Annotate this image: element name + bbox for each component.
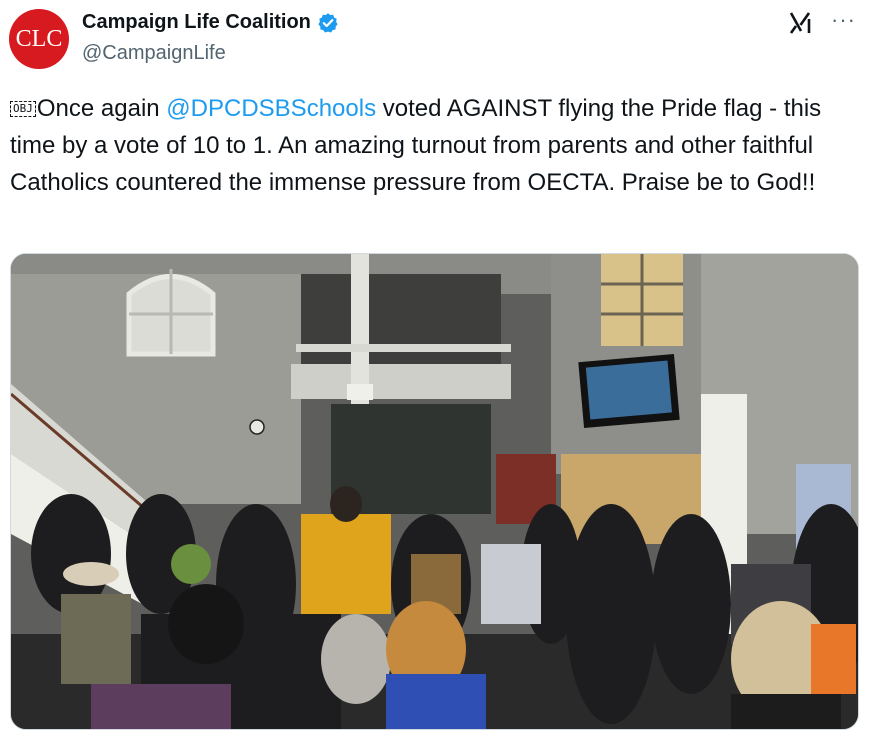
object-replacement-glyph: OBJ — [10, 101, 36, 117]
verified-badge-icon[interactable] — [317, 12, 339, 34]
mention-link[interactable]: @DPCDSBSchools — [166, 95, 376, 122]
tweet-top-actions: ··· — [787, 9, 856, 36]
tweet-text-start: Once again — [36, 95, 167, 122]
more-icon[interactable]: ··· — [831, 9, 856, 31]
display-name[interactable]: Campaign Life Coalition — [82, 11, 311, 34]
author-handle[interactable]: @CampaignLife — [82, 42, 226, 65]
tweet-photo[interactable] — [10, 253, 859, 730]
grok-icon[interactable] — [787, 10, 813, 36]
tweet-text: OBJ Once again @DPCDSBSchools voted AGAIN… — [10, 90, 860, 201]
avatar[interactable]: CLC — [9, 9, 69, 69]
meeting-crowd-photo — [11, 254, 858, 729]
author-name-row: Campaign Life Coalition — [82, 11, 339, 34]
